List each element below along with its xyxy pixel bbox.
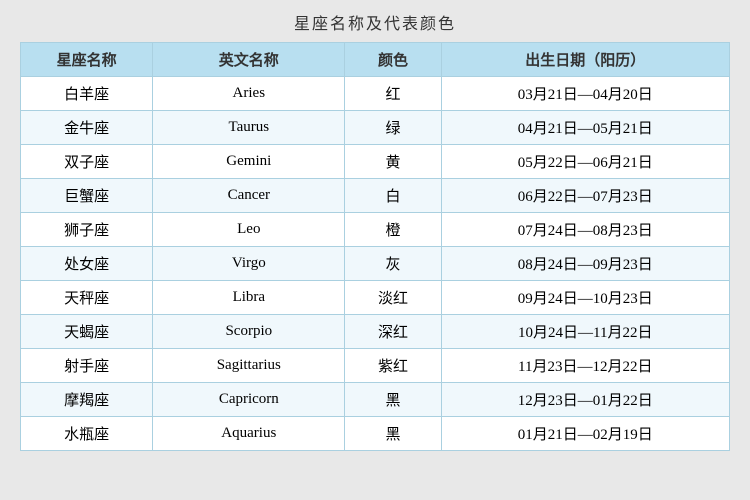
cell-zh-name: 白羊座 (21, 77, 153, 111)
table-row: 天秤座Libra淡红09月24日—10月23日 (21, 281, 730, 315)
cell-date: 01月21日—02月19日 (441, 417, 729, 451)
page-title: 星座名称及代表颜色 (294, 10, 456, 34)
header-zh-name: 星座名称 (21, 43, 153, 77)
cell-date: 03月21日—04月20日 (441, 77, 729, 111)
cell-en-name: Sagittarius (153, 349, 345, 383)
cell-en-name: Leo (153, 213, 345, 247)
cell-zh-name: 天秤座 (21, 281, 153, 315)
cell-date: 12月23日—01月22日 (441, 383, 729, 417)
cell-color: 紫红 (345, 349, 441, 383)
cell-en-name: Virgo (153, 247, 345, 281)
table-row: 金牛座Taurus绿04月21日—05月21日 (21, 111, 730, 145)
cell-color: 红 (345, 77, 441, 111)
table-row: 巨蟹座Cancer白06月22日—07月23日 (21, 179, 730, 213)
cell-zh-name: 金牛座 (21, 111, 153, 145)
cell-zh-name: 处女座 (21, 247, 153, 281)
cell-zh-name: 水瓶座 (21, 417, 153, 451)
table-row: 狮子座Leo橙07月24日—08月23日 (21, 213, 730, 247)
cell-en-name: Scorpio (153, 315, 345, 349)
cell-en-name: Cancer (153, 179, 345, 213)
cell-zh-name: 天蝎座 (21, 315, 153, 349)
cell-color: 绿 (345, 111, 441, 145)
cell-color: 淡红 (345, 281, 441, 315)
cell-en-name: Taurus (153, 111, 345, 145)
cell-color: 黑 (345, 417, 441, 451)
header-en-name: 英文名称 (153, 43, 345, 77)
cell-en-name: Aries (153, 77, 345, 111)
table-row: 处女座Virgo灰08月24日—09月23日 (21, 247, 730, 281)
cell-date: 09月24日—10月23日 (441, 281, 729, 315)
cell-date: 08月24日—09月23日 (441, 247, 729, 281)
cell-color: 橙 (345, 213, 441, 247)
cell-en-name: Capricorn (153, 383, 345, 417)
cell-en-name: Gemini (153, 145, 345, 179)
table-row: 白羊座Aries红03月21日—04月20日 (21, 77, 730, 111)
cell-zh-name: 双子座 (21, 145, 153, 179)
cell-color: 白 (345, 179, 441, 213)
cell-color: 灰 (345, 247, 441, 281)
cell-date: 07月24日—08月23日 (441, 213, 729, 247)
zodiac-table: 星座名称 英文名称 颜色 出生日期（阳历） 白羊座Aries红03月21日—04… (20, 42, 730, 451)
cell-date: 10月24日—11月22日 (441, 315, 729, 349)
table-header-row: 星座名称 英文名称 颜色 出生日期（阳历） (21, 43, 730, 77)
cell-zh-name: 巨蟹座 (21, 179, 153, 213)
cell-en-name: Aquarius (153, 417, 345, 451)
cell-zh-name: 射手座 (21, 349, 153, 383)
table-row: 射手座Sagittarius紫红11月23日—12月22日 (21, 349, 730, 383)
cell-date: 04月21日—05月21日 (441, 111, 729, 145)
cell-color: 黑 (345, 383, 441, 417)
cell-color: 深红 (345, 315, 441, 349)
table-row: 摩羯座Capricorn黑12月23日—01月22日 (21, 383, 730, 417)
table-row: 双子座Gemini黄05月22日—06月21日 (21, 145, 730, 179)
cell-en-name: Libra (153, 281, 345, 315)
cell-date: 11月23日—12月22日 (441, 349, 729, 383)
cell-zh-name: 狮子座 (21, 213, 153, 247)
header-color: 颜色 (345, 43, 441, 77)
cell-date: 05月22日—06月21日 (441, 145, 729, 179)
cell-zh-name: 摩羯座 (21, 383, 153, 417)
table-row: 水瓶座Aquarius黑01月21日—02月19日 (21, 417, 730, 451)
cell-date: 06月22日—07月23日 (441, 179, 729, 213)
cell-color: 黄 (345, 145, 441, 179)
table-row: 天蝎座Scorpio深红10月24日—11月22日 (21, 315, 730, 349)
header-date: 出生日期（阳历） (441, 43, 729, 77)
